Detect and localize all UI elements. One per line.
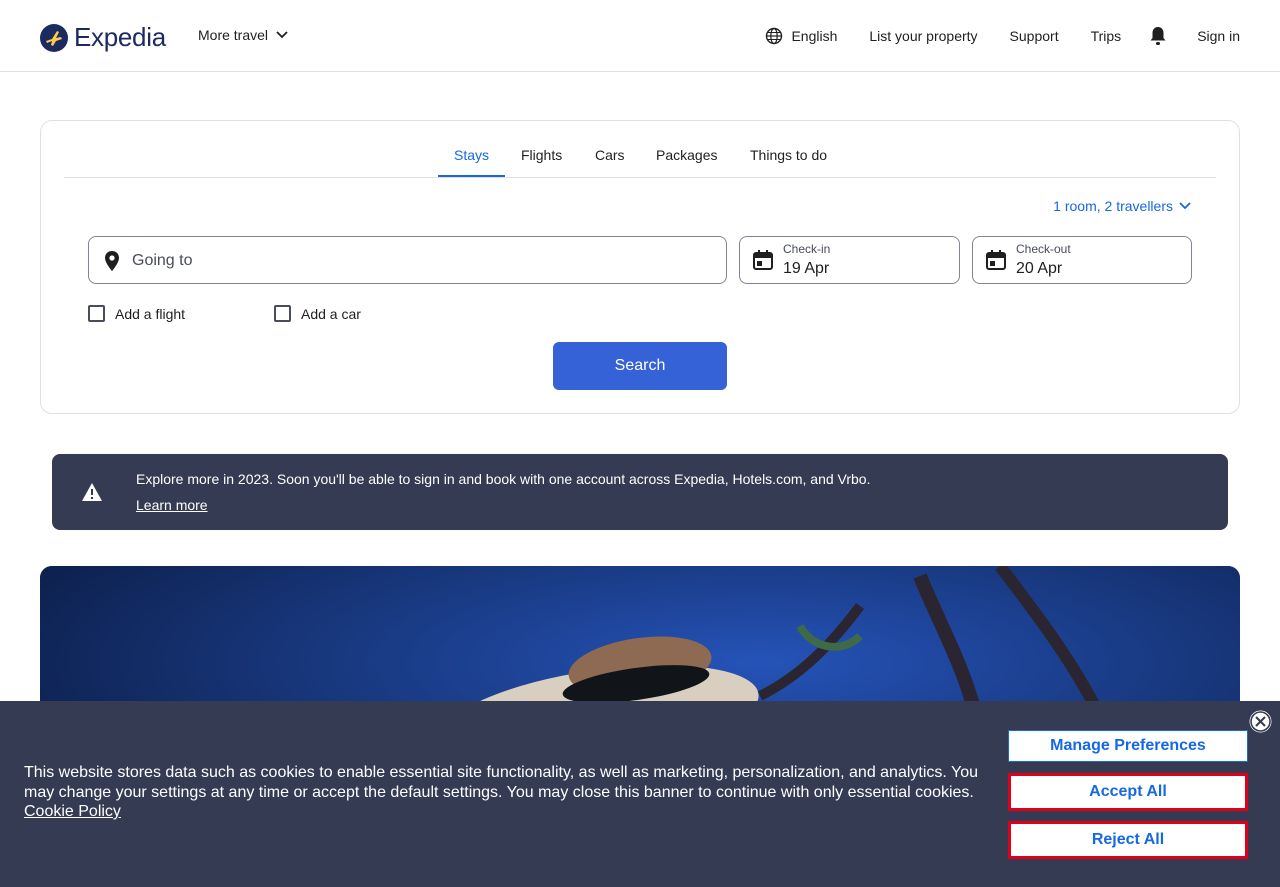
close-icon[interactable] (1248, 709, 1273, 734)
checkbox-box[interactable] (274, 305, 291, 322)
active-tab-indicator (438, 175, 505, 177)
tab-stays[interactable]: Stays (454, 147, 489, 163)
notifications-button[interactable] (1149, 26, 1167, 46)
add-car-checkbox[interactable]: Add a car (274, 305, 361, 322)
checkbox-box[interactable] (88, 305, 105, 322)
cookie-policy-link[interactable]: Cookie Policy (24, 803, 121, 821)
add-flight-checkbox[interactable]: Add a flight (88, 305, 185, 322)
travellers-selector[interactable]: 1 room, 2 travellers (1053, 198, 1191, 214)
warning-icon (82, 483, 102, 501)
manage-preferences-button[interactable]: Manage Preferences (1008, 730, 1248, 762)
notice-message: Explore more in 2023. Soon you'll be abl… (136, 471, 871, 487)
check-out-value: 20 Apr (1016, 260, 1063, 277)
list-property-link[interactable]: List your property (869, 28, 977, 44)
chevron-down-icon (276, 31, 288, 39)
accept-all-button[interactable]: Accept All (1008, 773, 1248, 811)
tab-things-to-do[interactable]: Things to do (750, 147, 827, 163)
check-in-field[interactable]: Check-in 19 Apr (739, 236, 960, 284)
expedia-plane-logo-icon (40, 23, 68, 52)
language-selector[interactable]: English (765, 27, 837, 45)
support-link[interactable]: Support (1010, 28, 1059, 44)
globe-icon (766, 27, 783, 45)
search-form-card: Stays Flights Cars Packages Things to do… (40, 120, 1240, 414)
chevron-down-icon (1179, 202, 1191, 210)
more-travel-label: More travel (198, 27, 269, 43)
tab-cars[interactable]: Cars (595, 147, 625, 163)
location-pin-icon (105, 251, 119, 271)
trips-link[interactable]: Trips (1091, 28, 1122, 44)
expedia-logo[interactable]: Expedia (40, 22, 166, 53)
check-out-label: Check-out (1016, 242, 1071, 256)
learn-more-link[interactable]: Learn more (136, 497, 208, 513)
tab-flights[interactable]: Flights (521, 147, 562, 163)
language-label: English (791, 28, 838, 44)
sign-in-link[interactable]: Sign in (1197, 28, 1240, 44)
cookie-banner: This website stores data such as cookies… (0, 701, 1280, 887)
calendar-icon (753, 250, 773, 270)
travellers-label: 1 room, 2 travellers (1053, 198, 1173, 214)
bell-icon (1150, 27, 1166, 45)
more-travel-menu[interactable]: More travel (198, 27, 288, 43)
search-tabs: Stays Flights Cars Packages Things to do (64, 141, 1216, 178)
search-button[interactable]: Search (553, 342, 727, 390)
going-to-placeholder: Going to (132, 252, 193, 269)
site-header: Expedia More travel English List your pr… (0, 0, 1280, 72)
cookie-message: This website stores data such as cookies… (24, 764, 979, 801)
header-nav: English List your property Support Trips… (765, 26, 1240, 46)
add-car-label: Add a car (301, 305, 361, 322)
add-flight-label: Add a flight (115, 305, 186, 322)
check-in-value: 19 Apr (783, 260, 830, 277)
going-to-field[interactable]: Going to (88, 236, 727, 284)
brand-name: Expedia (74, 22, 166, 52)
tab-packages[interactable]: Packages (656, 147, 717, 163)
check-in-label: Check-in (783, 242, 831, 256)
calendar-icon (986, 250, 1006, 270)
check-out-field[interactable]: Check-out 20 Apr (972, 236, 1192, 284)
reject-all-button[interactable]: Reject All (1008, 821, 1248, 859)
account-notice-banner: Explore more in 2023. Soon you'll be abl… (52, 454, 1228, 530)
